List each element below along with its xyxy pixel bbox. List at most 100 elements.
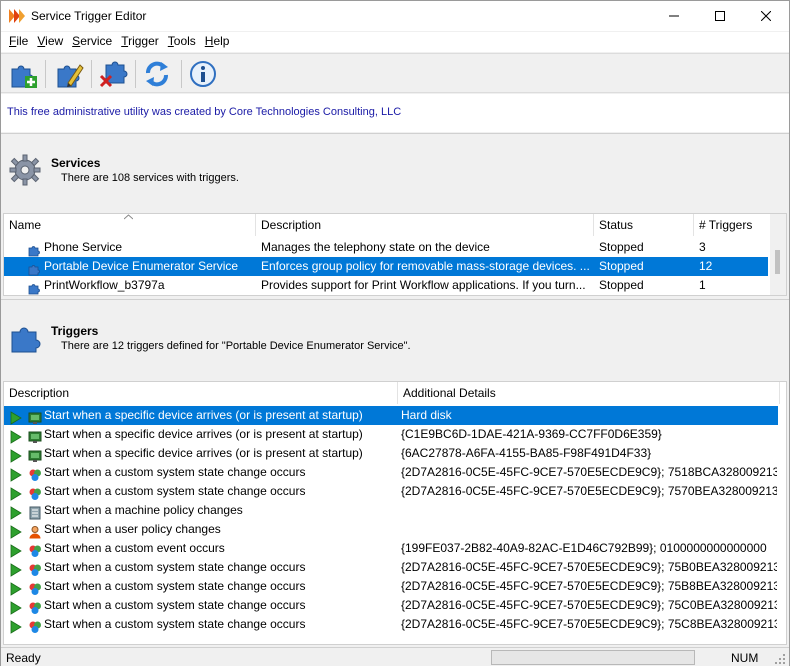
- trigger-description: Start when a custom event occurs: [44, 541, 225, 555]
- service-name: PrintWorkflow_b3797a: [44, 278, 165, 292]
- add-puzzle-icon: [11, 65, 37, 88]
- menu-label: ile: [16, 34, 29, 48]
- trigger-details: {2D7A2816-0C5E-45FC-9CE7-570E5ECDE9C9}; …: [401, 465, 777, 479]
- status-progress-box: [491, 650, 695, 665]
- services-scroll-thumb[interactable]: [775, 250, 780, 274]
- start-trigger-icon: [10, 487, 22, 501]
- service-name: Portable Device Enumerator Service: [44, 259, 239, 273]
- col-name-header[interactable]: Name: [4, 214, 256, 236]
- col-trigger-description-header[interactable]: Description: [4, 382, 398, 404]
- service-puzzle-icon: [28, 284, 40, 295]
- menu-label: rigger: [128, 34, 159, 48]
- service-status: Stopped: [599, 259, 644, 273]
- trigger-details: {2D7A2816-0C5E-45FC-9CE7-570E5ECDE9C9}; …: [401, 579, 777, 593]
- toolbar-separator: [181, 60, 182, 88]
- trigger-row[interactable]: Start when a custom event occurs {199FE03…: [4, 539, 778, 558]
- menu-item-help[interactable]: Help: [201, 32, 235, 52]
- resize-grip-icon[interactable]: [775, 654, 786, 665]
- add-service-button[interactable]: [5, 57, 41, 91]
- trigger-row[interactable]: Start when a custom system state change …: [4, 482, 778, 501]
- trigger-row[interactable]: Start when a user policy changes: [4, 520, 778, 539]
- service-description: Manages the telephony state on the devic…: [261, 240, 490, 254]
- toolbar-separator: [135, 60, 136, 88]
- trigger-row[interactable]: Start when a custom system state change …: [4, 463, 778, 482]
- close-button[interactable]: [743, 1, 789, 31]
- maximize-button[interactable]: [697, 1, 743, 31]
- status-text: Ready: [6, 651, 41, 665]
- trigger-description: Start when a custom system state change …: [44, 598, 306, 612]
- trigger-details: {6AC27878-A6FA-4155-BA85-F98F491D4F33}: [401, 446, 652, 460]
- col-description-label: Description: [261, 218, 322, 232]
- col-triggers-header[interactable]: # Triggers: [694, 214, 772, 236]
- triggers-count: There are 12 triggers defined for "Porta…: [61, 340, 411, 352]
- trigger-row[interactable]: Start when a custom system state change …: [4, 596, 778, 615]
- service-status: Stopped: [599, 278, 644, 292]
- menu-item-trigger[interactable]: Trigger: [117, 32, 164, 52]
- service-icon-cell: [28, 278, 44, 295]
- puzzle-icon: [11, 327, 41, 353]
- col-additional-details-header[interactable]: Additional Details: [398, 382, 780, 404]
- start-trigger-icon: [10, 601, 22, 615]
- trigger-row[interactable]: Start when a custom system state change …: [4, 577, 778, 596]
- refresh-button[interactable]: [139, 57, 175, 91]
- trigger-row[interactable]: Start when a custom system state change …: [4, 558, 778, 577]
- toolbar: [1, 53, 789, 93]
- service-description: Provides support for Print Workflow appl…: [261, 278, 586, 292]
- gear-icon: [9, 154, 41, 186]
- trigger-row[interactable]: Start when a specific device arrives (or…: [4, 406, 778, 425]
- menu-label: ervice: [80, 34, 113, 48]
- col-name-label: Name: [9, 218, 42, 232]
- trigger-row[interactable]: Start when a custom system state change …: [4, 615, 778, 634]
- trigger-description: Start when a machine policy changes: [44, 503, 243, 517]
- delete-service-button[interactable]: [95, 57, 131, 91]
- service-row[interactable]: Portable Device Enumerator Service Enforc…: [4, 257, 768, 276]
- trigger-details: {C1E9BC6D-1DAE-421A-9369-CC7FF0D6E359}: [401, 427, 662, 441]
- services-list[interactable]: Name Description Status # Triggers Phone…: [3, 213, 787, 296]
- service-row[interactable]: PrintWorkflow_b3797a Provides support for…: [4, 276, 768, 295]
- trigger-row[interactable]: Start when a specific device arrives (or…: [4, 425, 778, 444]
- triggers-header: Triggers There are 12 triggers defined f…: [1, 299, 789, 381]
- col-description-header[interactable]: Description: [256, 214, 594, 236]
- menu-item-service[interactable]: Service: [68, 32, 117, 52]
- minimize-button[interactable]: [651, 1, 697, 31]
- edit-service-button[interactable]: [51, 57, 87, 91]
- window-title: Service Trigger Editor: [31, 9, 147, 23]
- menu-mnemonic: S: [72, 34, 81, 48]
- app-window: Service Trigger Editor File View Service Tr…: [0, 0, 790, 666]
- trigger-details: {2D7A2816-0C5E-45FC-9CE7-570E5ECDE9C9}; …: [401, 484, 777, 498]
- credit-banner: This free administrative utility was cre…: [1, 94, 789, 132]
- refresh-icon: [146, 61, 168, 87]
- start-trigger-icon: [10, 468, 22, 482]
- menu-mnemonic: V: [37, 34, 46, 48]
- services-scrollbar[interactable]: [770, 214, 786, 295]
- close-icon: [761, 11, 771, 21]
- menu-item-tools[interactable]: Tools: [164, 32, 201, 52]
- menu-item-file[interactable]: File: [5, 32, 33, 52]
- service-status: Stopped: [599, 240, 644, 254]
- trigger-details: {2D7A2816-0C5E-45FC-9CE7-570E5ECDE9C9}; …: [401, 617, 777, 631]
- start-trigger-icon-cell: [10, 617, 24, 636]
- trigger-row[interactable]: Start when a specific device arrives (or…: [4, 444, 778, 463]
- service-trigger-count: 12: [699, 259, 713, 273]
- service-puzzle-icon: [28, 265, 40, 276]
- start-trigger-icon: [10, 430, 22, 444]
- trigger-description: Start when a specific device arrives (or…: [44, 427, 363, 441]
- trigger-details: {199FE037-2B82-40A9-82AC-E1D46C792B99}; …: [401, 541, 767, 555]
- menu-label: elp: [213, 34, 230, 48]
- menu-item-view[interactable]: View: [33, 32, 68, 52]
- service-row[interactable]: Phone Service Manages the telephony state…: [4, 238, 768, 257]
- delete-puzzle-icon: [99, 61, 128, 88]
- trigger-details: {2D7A2816-0C5E-45FC-9CE7-570E5ECDE9C9}; …: [401, 560, 777, 574]
- trigger-row[interactable]: Start when a machine policy changes: [4, 501, 778, 520]
- trigger-description: Start when a custom system state change …: [44, 484, 306, 498]
- services-header: Services There are 108 services with tri…: [1, 133, 789, 213]
- title-bar[interactable]: Service Trigger Editor: [1, 1, 789, 31]
- col-status-header[interactable]: Status: [594, 214, 694, 236]
- trigger-description: Start when a custom system state change …: [44, 465, 306, 479]
- trigger-description: Start when a user policy changes: [44, 522, 221, 536]
- about-button[interactable]: [185, 57, 221, 91]
- sort-ascending-icon: [124, 214, 133, 220]
- start-trigger-icon: [10, 582, 22, 596]
- start-trigger-icon: [10, 449, 22, 463]
- triggers-list[interactable]: Description Additional Details Start whe…: [3, 381, 787, 645]
